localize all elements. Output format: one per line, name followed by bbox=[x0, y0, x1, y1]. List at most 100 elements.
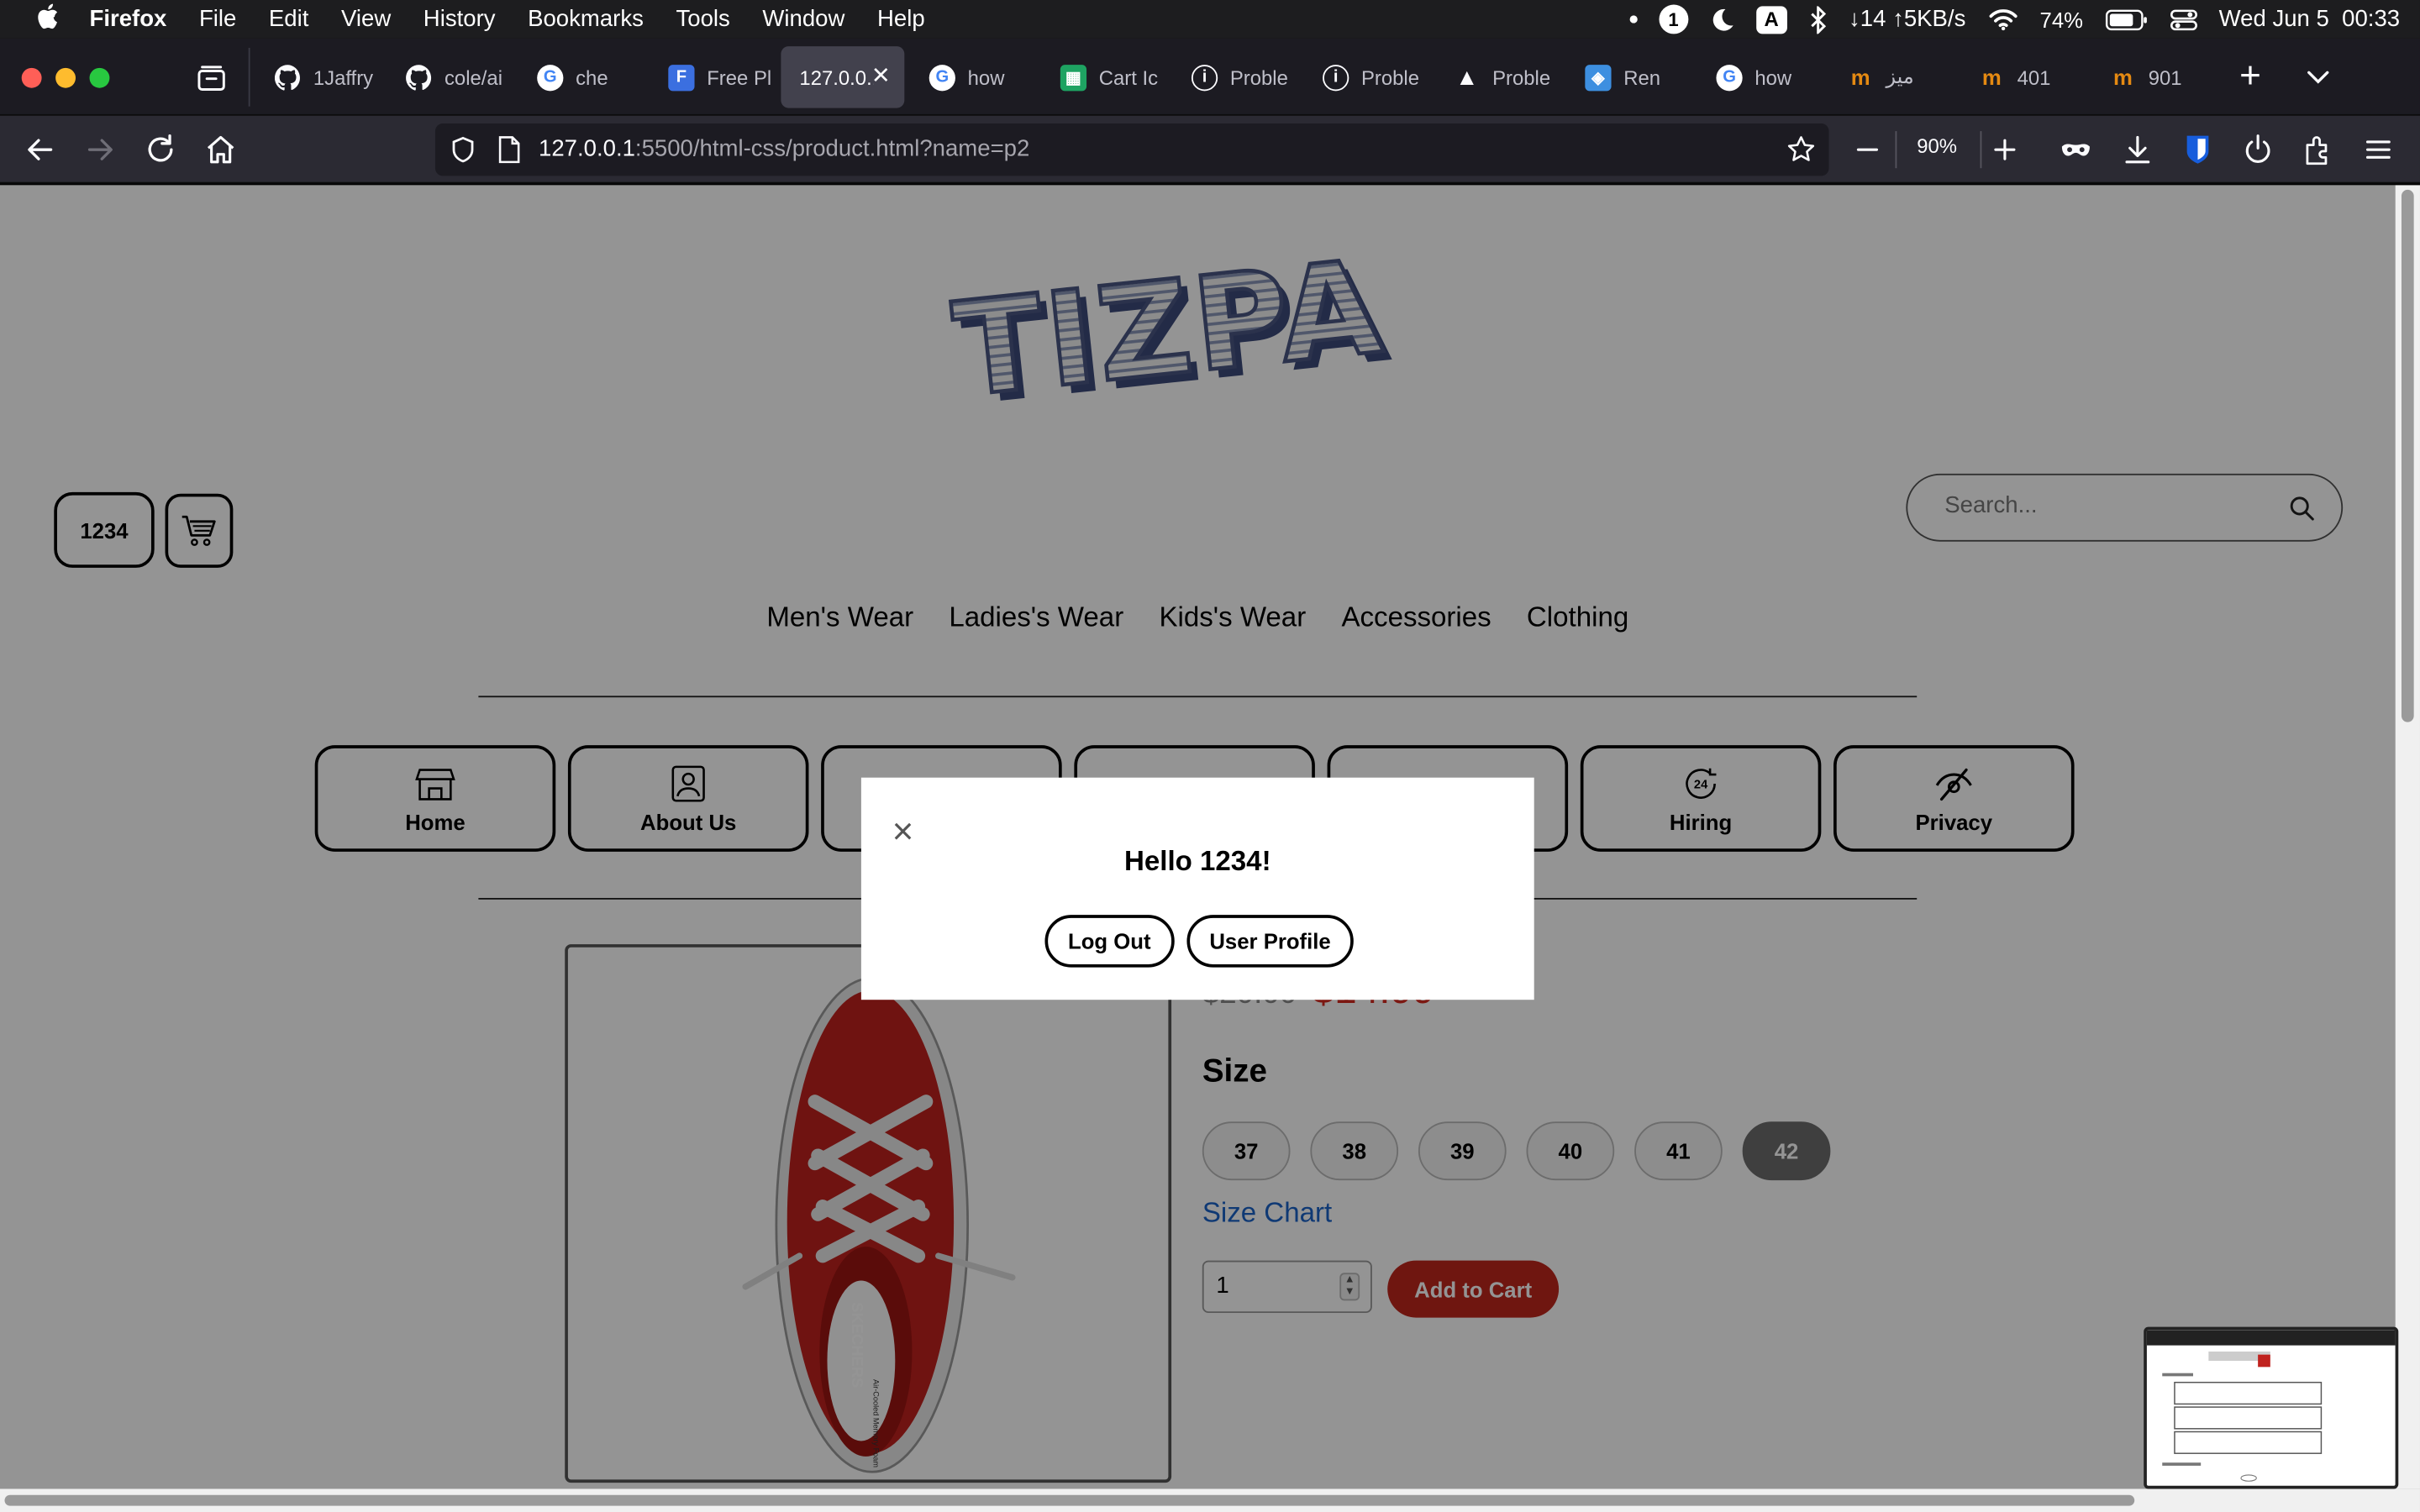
menu-window[interactable]: Window bbox=[762, 6, 844, 32]
github-icon bbox=[406, 64, 432, 90]
firefox-view-icon[interactable] bbox=[194, 61, 228, 95]
tab-google-how-2[interactable]: G how bbox=[1697, 46, 1827, 108]
menu-app-firefox[interactable]: Firefox bbox=[90, 6, 167, 32]
tab-label: 901 bbox=[2148, 66, 2182, 89]
new-tab-icon[interactable]: + bbox=[2232, 58, 2269, 96]
info-icon: i bbox=[1323, 64, 1349, 91]
minimize-window-button[interactable] bbox=[55, 67, 76, 88]
logout-button[interactable]: Log Out bbox=[1044, 915, 1175, 968]
network-speed: ↓14 ↑5KB/s bbox=[1849, 6, 1966, 33]
back-icon[interactable] bbox=[24, 133, 57, 166]
clock: Wed Jun 5 00:33 bbox=[2218, 6, 2401, 33]
hamburger-menu-icon[interactable] bbox=[2361, 133, 2395, 166]
tab-github-cole[interactable]: cole/ai bbox=[387, 46, 517, 108]
battery-icon[interactable] bbox=[2105, 8, 2148, 30]
m-icon: m bbox=[1850, 65, 1870, 90]
zoom-in-icon[interactable] bbox=[1988, 133, 2022, 166]
tab-cart-ic[interactable]: ▦ Cart Ic bbox=[1042, 46, 1171, 108]
github-icon bbox=[274, 64, 301, 90]
scroll-thumb[interactable] bbox=[2401, 189, 2414, 722]
tab-problem-1[interactable]: i Proble bbox=[1173, 46, 1302, 108]
tab-google-how[interactable]: G how bbox=[911, 46, 1040, 108]
tab-label: 127.0.0.1 bbox=[799, 66, 873, 89]
menu-bookmarks[interactable]: Bookmarks bbox=[528, 6, 644, 32]
chevron-down-icon[interactable] bbox=[2302, 61, 2333, 92]
password-manager-icon[interactable]: 1 bbox=[1659, 4, 1688, 34]
extensions-icon[interactable] bbox=[2302, 133, 2335, 166]
url-host: 127.0.0.1 bbox=[539, 135, 635, 162]
tab-problem-2[interactable]: i Proble bbox=[1304, 46, 1434, 108]
m-icon: m bbox=[2112, 65, 2133, 90]
browser-tab-strip: 1Jaffry cole/ai G che F Free Pl 127.0.0.… bbox=[0, 38, 2420, 116]
tab-m-miz[interactable]: m میز bbox=[1829, 46, 1959, 108]
tab-label: 401 bbox=[2017, 66, 2051, 89]
close-window-button[interactable] bbox=[21, 67, 42, 88]
tab-problem-3[interactable]: ▲ Proble bbox=[1435, 46, 1565, 108]
macos-menubar: Firefox File Edit View History Bookmarks… bbox=[0, 0, 2420, 39]
bitwarden-icon[interactable] bbox=[2181, 133, 2214, 166]
tab-label: 1Jaffry bbox=[313, 66, 374, 89]
download-icon[interactable] bbox=[2121, 133, 2154, 166]
scroll-thumb[interactable] bbox=[4, 1494, 2135, 1506]
menu-tools[interactable]: Tools bbox=[676, 6, 729, 32]
web-page: TIZPA TIZPA 1234 Men's Wear Ladies's Wea… bbox=[0, 185, 2396, 1489]
zoom-level[interactable]: 90% bbox=[1907, 134, 1966, 158]
power-icon[interactable] bbox=[2241, 133, 2275, 166]
forward-icon[interactable] bbox=[83, 133, 117, 166]
menu-view[interactable]: View bbox=[341, 6, 391, 32]
tab-localhost-active[interactable]: 127.0.0.1 ✕ bbox=[781, 46, 905, 108]
modal-greeting: Hello 1234! bbox=[1124, 845, 1271, 877]
tab-label: how bbox=[967, 66, 1005, 89]
zoom-out-icon[interactable] bbox=[1850, 133, 1884, 166]
bookmark-star-icon[interactable] bbox=[1786, 134, 1817, 165]
tab-label: Proble bbox=[1492, 66, 1551, 89]
private-mask-icon[interactable] bbox=[2059, 133, 2092, 166]
browser-nav-bar: 127.0.0.1:5500/html-css/product.html?nam… bbox=[0, 115, 2420, 184]
tab-label: Proble bbox=[1229, 66, 1288, 89]
vertical-scrollbar[interactable] bbox=[2395, 185, 2420, 1489]
tab-label: Ren bbox=[1623, 66, 1661, 89]
home-icon[interactable] bbox=[203, 133, 237, 166]
user-profile-button[interactable]: User Profile bbox=[1186, 915, 1355, 968]
tab-m-901[interactable]: m 901 bbox=[2091, 46, 2221, 108]
moon-icon[interactable] bbox=[1710, 7, 1734, 31]
window-thumbnail-preview[interactable] bbox=[2144, 1326, 2399, 1489]
menu-file[interactable]: File bbox=[199, 6, 236, 32]
menu-history[interactable]: History bbox=[424, 6, 496, 32]
m-icon: m bbox=[1981, 65, 2002, 90]
warning-icon: ▲ bbox=[1455, 64, 1479, 91]
battery-percent: 74% bbox=[2039, 7, 2084, 32]
input-source-icon[interactable]: A bbox=[1755, 5, 1787, 34]
recording-dot-icon[interactable] bbox=[1629, 15, 1638, 24]
url-path: :5500/html-css/product.html?name=p2 bbox=[634, 135, 1030, 162]
tab-m-401[interactable]: m 401 bbox=[1960, 46, 2090, 108]
tab-label: how bbox=[1754, 66, 1792, 89]
tab-ren[interactable]: ◈ Ren bbox=[1566, 46, 1696, 108]
control-center-icon[interactable] bbox=[2170, 7, 2197, 31]
bluetooth-icon[interactable] bbox=[1808, 5, 1827, 34]
window-controls bbox=[21, 67, 110, 88]
apple-icon[interactable] bbox=[31, 3, 62, 36]
tab-free-pl[interactable]: F Free Pl bbox=[650, 46, 779, 108]
horizontal-scrollbar[interactable] bbox=[0, 1488, 2420, 1512]
url-text[interactable]: 127.0.0.1:5500/html-css/product.html?nam… bbox=[539, 136, 1029, 162]
tab-google-che[interactable]: G che bbox=[518, 46, 648, 108]
page-icon[interactable] bbox=[497, 136, 521, 164]
menu-help[interactable]: Help bbox=[877, 6, 925, 32]
tab-label: میز bbox=[1886, 65, 1914, 88]
reload-icon[interactable] bbox=[144, 133, 177, 166]
info-icon: i bbox=[1191, 64, 1218, 91]
tab-label: cole/ai bbox=[444, 66, 502, 89]
close-tab-icon[interactable]: ✕ bbox=[871, 61, 891, 89]
menu-edit[interactable]: Edit bbox=[269, 6, 308, 32]
zoom-window-button[interactable] bbox=[89, 67, 110, 88]
sheet-icon: ▦ bbox=[1060, 64, 1087, 91]
wifi-icon[interactable] bbox=[1987, 8, 2018, 31]
address-bar[interactable]: 127.0.0.1:5500/html-css/product.html?nam… bbox=[434, 123, 1829, 176]
shield-icon[interactable] bbox=[449, 136, 476, 164]
tab-label: Proble bbox=[1360, 66, 1420, 89]
google-icon: G bbox=[537, 64, 564, 91]
user-modal: × Hello 1234! Log Out User Profile bbox=[860, 777, 1534, 1000]
thumbnail-image bbox=[2146, 1330, 2396, 1482]
tab-github-1jaffry[interactable]: 1Jaffry bbox=[256, 46, 386, 108]
